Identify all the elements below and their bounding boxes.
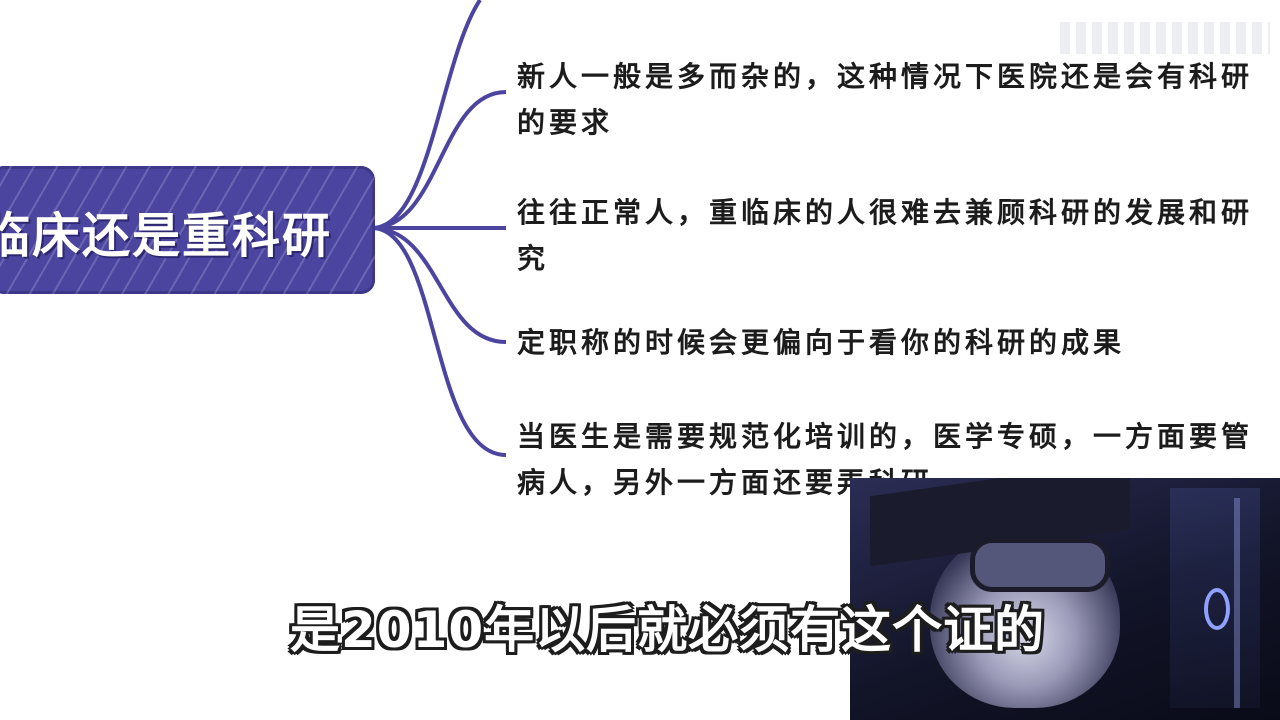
light-ring-icon <box>1204 588 1230 630</box>
watermark <box>1060 22 1270 54</box>
branch-text-3: 定职称的时候会更偏向于看你的科研的成果 <box>517 326 1126 359</box>
branch-line-4 <box>371 226 507 457</box>
goggles-icon <box>970 538 1110 592</box>
center-node-title: 临床还是重科研 <box>0 208 333 264</box>
branch-text-2: 往往正常人，重临床的人很难去兼顾科研的发展和研究 <box>517 196 1254 275</box>
mindmap-center-node: 临床还是重科研 <box>0 166 375 294</box>
video-subtitle: 是2010年以后就必须有这个证的 <box>290 601 1046 659</box>
mindmap-slide: 临床还是重科研 新人一般是多而杂的，这种情况下医院还是会有科研的要求 往往正常人… <box>0 0 1280 720</box>
light-beam <box>1234 498 1240 708</box>
branch-text-1: 新人一般是多而杂的，这种情况下医院还是会有科研的要求 <box>517 60 1254 139</box>
branch-line-3 <box>371 226 507 344</box>
